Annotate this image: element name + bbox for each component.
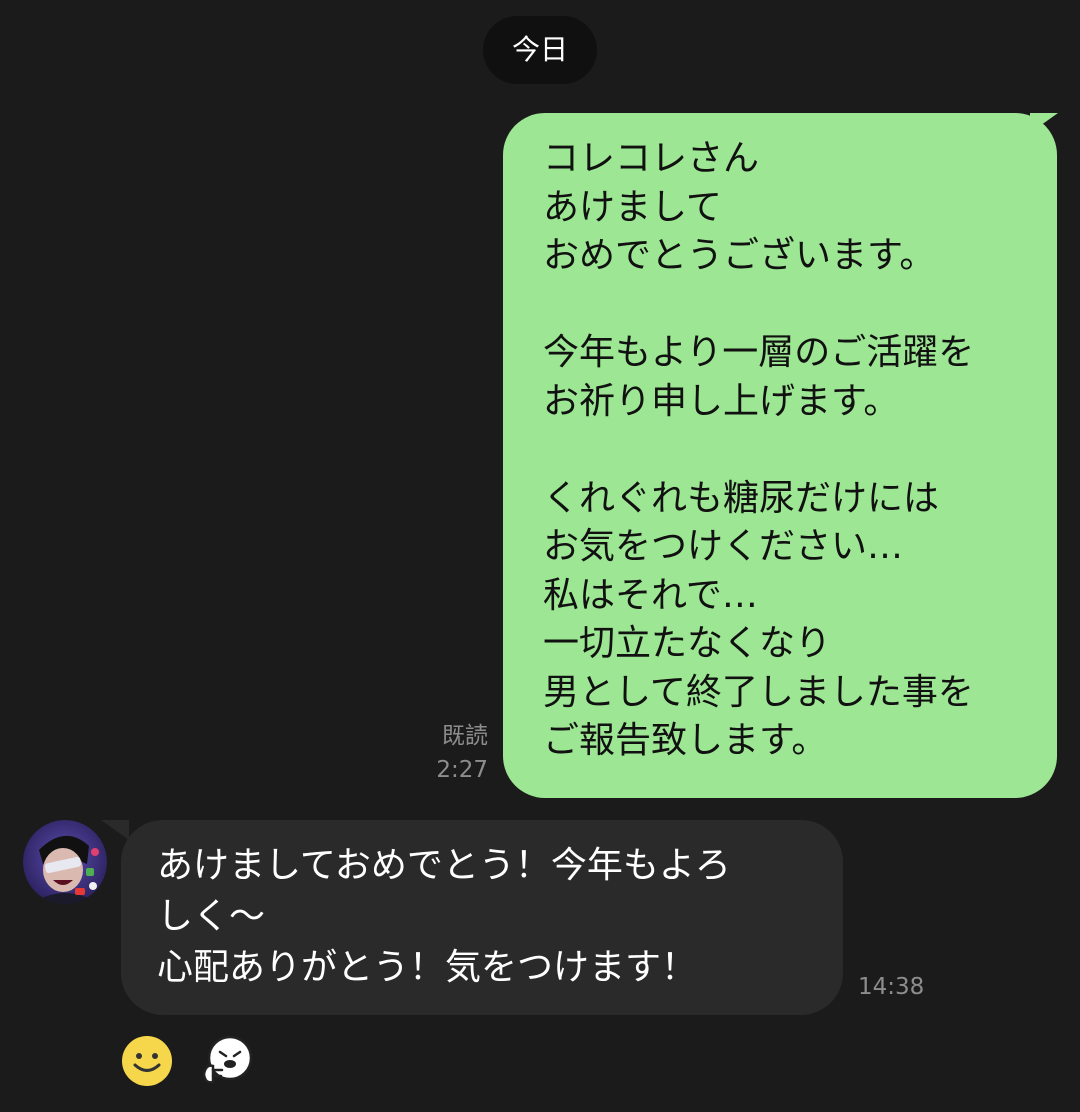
received-message-bubble[interactable]: あけましておめでとう！今年もよろ しく～ 心配ありがとう！気をつけます！	[121, 820, 843, 1015]
received-bubble-tail	[101, 820, 129, 840]
received-message-time: 14:38	[858, 974, 925, 1000]
sticker-thumbs-up-icon[interactable]	[200, 1034, 254, 1088]
sent-message-time: 2:27	[436, 757, 488, 783]
date-separator: 今日	[483, 16, 597, 84]
chat-screen: 今日 コレコレさん あけまして おめでとうございます。 今年もより一層のご活躍を…	[0, 0, 1080, 1112]
sender-avatar[interactable]	[23, 820, 107, 904]
sent-bubble-tail	[1030, 113, 1058, 133]
sent-message-meta: 既読 2:27	[420, 719, 488, 787]
smiley-reaction-icon[interactable]	[120, 1034, 174, 1088]
read-receipt: 既読	[442, 723, 488, 749]
avatar-image	[23, 820, 107, 904]
sent-message-bubble[interactable]: コレコレさん あけまして おめでとうございます。 今年もより一層のご活躍を お祈…	[503, 113, 1057, 798]
